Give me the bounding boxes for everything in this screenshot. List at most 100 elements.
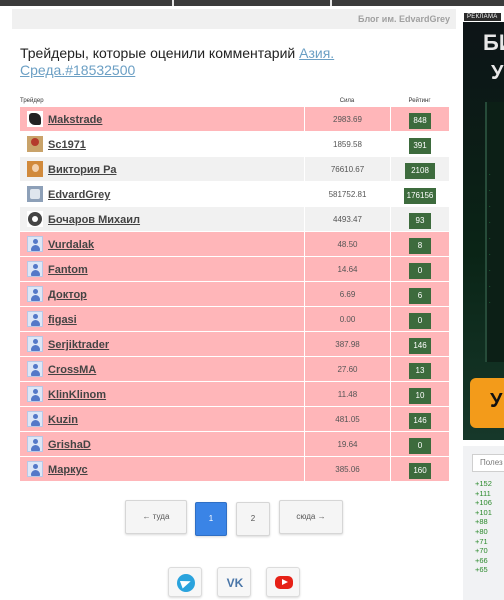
avatar-cell: [20, 357, 48, 382]
rating-badge: 10: [409, 387, 431, 404]
table-row: KlinKlinom 11.48 10: [20, 382, 449, 407]
default-user-avatar[interactable]: [27, 411, 43, 427]
traders-table-body: Makstrade 2983.69 848 Sc1971 1859.58 391 Викто…: [20, 107, 449, 482]
nav-divider: [172, 0, 174, 6]
power-value: 11.48: [304, 382, 390, 407]
page-2-button[interactable]: 2: [236, 502, 270, 536]
telegram-button[interactable]: [168, 567, 202, 597]
trader-name-cell: Serjiktrader: [48, 332, 304, 357]
ad-subheadline: У: [491, 62, 504, 84]
ad-decorative-digits: ·: [489, 172, 491, 178]
table-row: Fantom 14.64 0: [20, 257, 449, 282]
vk-button[interactable]: VK: [217, 567, 251, 597]
ad-decorative-digits: ·: [489, 252, 491, 258]
rating-cell: 10: [390, 382, 449, 407]
rating-cell: 391: [390, 132, 449, 157]
rating-value: +66: [475, 555, 488, 565]
trader-name-link[interactable]: Бочаров Михаил: [48, 214, 140, 226]
rating-cell: 176156: [390, 182, 449, 207]
rating-value: +70: [475, 546, 488, 556]
youtube-button[interactable]: [266, 567, 300, 597]
trader-name-link[interactable]: figasi: [48, 314, 77, 326]
trader-name-link[interactable]: CrossMA: [48, 364, 96, 376]
table-row: Виктория Ра 76610.67 2108: [20, 157, 449, 182]
photo-avatar[interactable]: [27, 161, 43, 177]
default-user-avatar[interactable]: [27, 261, 43, 277]
trader-name-link[interactable]: GrishaD: [48, 439, 91, 451]
prev-page-button[interactable]: ← туда: [125, 500, 187, 534]
default-user-avatar[interactable]: [27, 236, 43, 252]
ad-banner[interactable]: БИ У У · · · · · · · · ·: [463, 22, 504, 440]
ad-label: РЕКЛАМА: [464, 13, 501, 21]
trader-name-link[interactable]: KlinKlinom: [48, 389, 106, 401]
trader-name-cell: GrishaD: [48, 432, 304, 457]
table-row: Vurdalak 48.50 8: [20, 232, 449, 257]
rating-value: +80: [475, 526, 488, 536]
page-1-button[interactable]: 1: [195, 502, 227, 536]
default-user-avatar[interactable]: [27, 386, 43, 402]
trader-name-cell: Vurdalak: [48, 232, 304, 257]
photo-avatar[interactable]: [27, 211, 43, 227]
power-value: 27.60: [304, 357, 390, 382]
power-value: 387.98: [304, 332, 390, 357]
rating-cell: 6: [390, 282, 449, 307]
trader-name-cell: Kuzin: [48, 407, 304, 432]
next-page-button[interactable]: сюда →: [279, 500, 343, 534]
photo-avatar[interactable]: [27, 136, 43, 152]
trader-name-cell: Виктория Ра: [48, 157, 304, 182]
top-ratings-panel: Полез +152 +111 +106 +101 +88 +80 +71 +70 +66 +65: [463, 446, 504, 600]
trader-name-cell: Fantom: [48, 257, 304, 282]
trader-name-link[interactable]: Vurdalak: [48, 239, 94, 251]
default-user-avatar[interactable]: [27, 361, 43, 377]
rating-badge: 176156: [403, 187, 437, 204]
power-value: 19.64: [304, 432, 390, 457]
column-header-rating: Рейтинг: [408, 98, 431, 104]
fist-avatar[interactable]: [27, 111, 43, 127]
avatar-cell: [20, 307, 48, 332]
table-row: Kuzin 481.05 146: [20, 407, 449, 432]
trader-name-link[interactable]: Kuzin: [48, 414, 78, 426]
avatar-cell: [20, 107, 48, 132]
trader-name-link[interactable]: Fantom: [48, 264, 88, 276]
avatar-cell: [20, 432, 48, 457]
ad-cta-button[interactable]: У: [470, 378, 504, 428]
power-value: 2983.69: [304, 107, 390, 132]
rating-cell: 0: [390, 307, 449, 332]
rating-value: +106: [475, 498, 492, 508]
trader-name-link[interactable]: Виктория Ра: [48, 164, 116, 176]
trader-name-link[interactable]: EdvardGrey: [48, 189, 110, 201]
power-value: 4493.47: [304, 207, 390, 232]
trader-name-link[interactable]: Маркус: [48, 464, 88, 476]
blog-title[interactable]: Блог им. EdvardGrey: [358, 14, 450, 24]
blog-header-bar: Блог им. EdvardGrey: [12, 9, 456, 29]
rating-value: +65: [475, 565, 488, 575]
rating-cell: 93: [390, 207, 449, 232]
rating-badge: 160: [409, 462, 431, 479]
ratings-filter-field[interactable]: Полез: [472, 454, 504, 472]
rating-badge: 848: [409, 112, 431, 129]
default-user-avatar[interactable]: [27, 461, 43, 477]
ad-decorative-digits: ·: [489, 188, 491, 194]
trader-name-link[interactable]: Makstrade: [48, 114, 102, 126]
ad-decorative-digits: ·: [489, 268, 491, 274]
rating-cell: 0: [390, 432, 449, 457]
rating-badge: 146: [409, 337, 431, 354]
table-row: CrossMA 27.60 13: [20, 357, 449, 382]
table-row: Sc1971 1859.58 391: [20, 132, 449, 157]
trader-name-link[interactable]: Sc1971: [48, 139, 86, 151]
nav-divider: [330, 0, 332, 6]
default-user-avatar[interactable]: [27, 311, 43, 327]
table-row: Бочаров Михаил 4493.47 93: [20, 207, 449, 232]
photo-avatar[interactable]: [27, 186, 43, 202]
rating-cell: 146: [390, 407, 449, 432]
default-user-avatar[interactable]: [27, 286, 43, 302]
ad-decorative-digits: ·: [489, 284, 491, 290]
column-header-trader: Трейдер: [20, 98, 44, 104]
default-user-avatar[interactable]: [27, 436, 43, 452]
trader-name-link[interactable]: Serjiktrader: [48, 339, 109, 351]
table-row: Маркус 385.06 160: [20, 457, 449, 482]
rating-badge: 6: [409, 287, 431, 304]
default-user-avatar[interactable]: [27, 336, 43, 352]
trader-name-link[interactable]: Доктор: [48, 289, 87, 301]
avatar-cell: [20, 282, 48, 307]
